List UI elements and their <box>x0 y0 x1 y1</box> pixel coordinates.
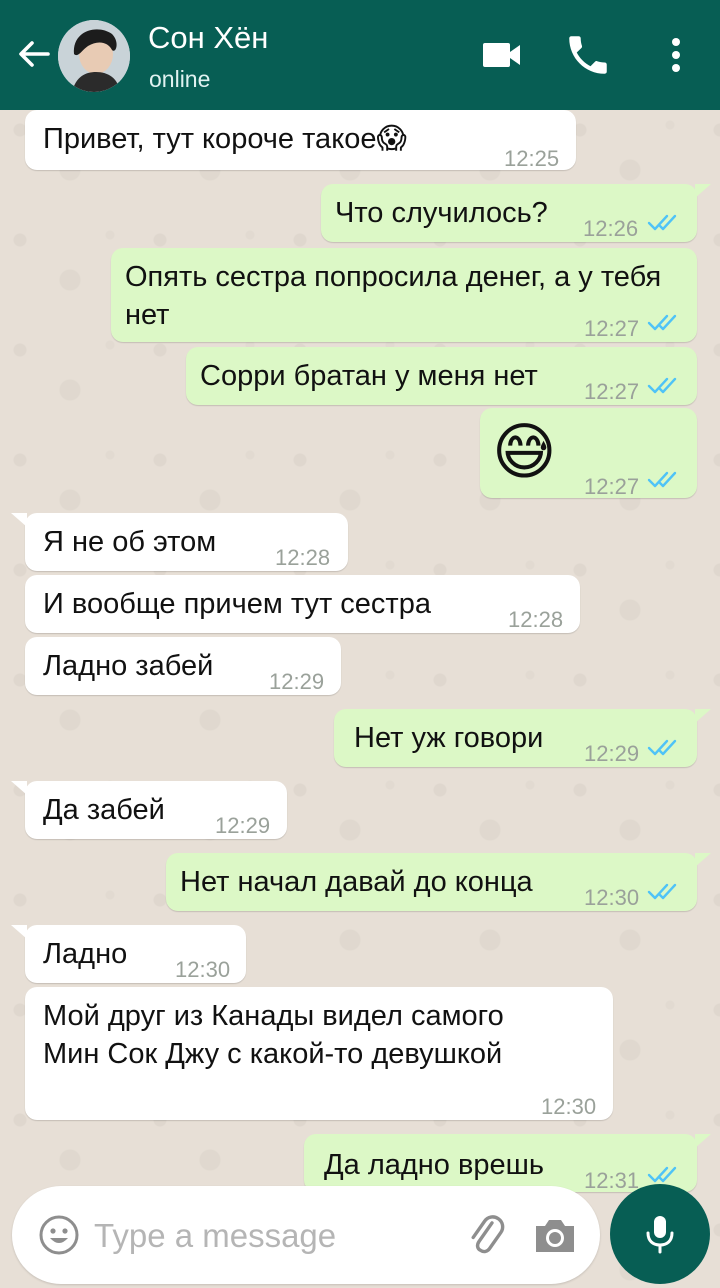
message-bubble[interactable]: Ладно 12:30 <box>25 925 246 983</box>
message-bubble[interactable]: Мой друг из Канады видел самого Мин Сок … <box>25 987 613 1120</box>
paperclip-icon[interactable] <box>464 1212 510 1258</box>
message-bubble[interactable]: Ладно забей 12:29 <box>25 637 341 695</box>
message-bubble[interactable]: Да ладно врешь 12:31 <box>304 1134 697 1193</box>
emoji-icon[interactable] <box>38 1214 80 1256</box>
read-ticks-icon <box>647 214 677 231</box>
back-arrow-icon[interactable] <box>14 34 54 74</box>
emoji-message: 😅 <box>492 418 557 487</box>
message-time: 12:28 <box>508 607 564 632</box>
message-bubble[interactable]: 😅 12:27 <box>480 408 697 499</box>
message-time: 12:26 <box>583 216 639 241</box>
message-bubble[interactable]: Я не об этом 12:28 <box>25 513 348 571</box>
bubble-tail <box>695 184 711 198</box>
message-bubble[interactable]: Опять сестра попросила денег, а у тебя н… <box>111 248 697 342</box>
message-text: Мой друг из Канады видел самого Мин Сок … <box>43 1000 504 1070</box>
message-text: Да ладно врешь <box>324 1149 545 1181</box>
more-vert-icon[interactable] <box>656 30 696 80</box>
bubble-tail <box>695 1134 711 1148</box>
message-time: 12:25 <box>504 146 560 171</box>
message-text: Привет, тут короче такое😱 <box>43 123 407 155</box>
camera-icon[interactable] <box>532 1212 578 1258</box>
message-time: 12:29 <box>584 741 640 766</box>
message-text: Ладно забей <box>43 650 214 682</box>
message-composer <box>12 1186 600 1284</box>
message-time: 12:30 <box>175 957 231 982</box>
message-bubble[interactable]: Что случилось? 12:26 <box>321 184 697 242</box>
message-time: 12:29 <box>269 669 325 694</box>
read-ticks-icon <box>647 739 677 756</box>
message-input[interactable] <box>92 1206 456 1266</box>
message-time: 12:30 <box>541 1094 597 1119</box>
message-bubble[interactable]: Сорри братан у меня нет 12:27 <box>186 347 697 405</box>
video-camera-icon[interactable] <box>478 30 528 80</box>
bubble-tail <box>11 781 27 795</box>
phone-icon[interactable] <box>563 30 613 80</box>
read-ticks-icon <box>647 314 677 331</box>
message-text: Ладно <box>43 938 128 970</box>
message-text: Сорри братан у меня нет <box>200 360 538 392</box>
message-bubble[interactable]: Нет уж говори 12:29 <box>334 709 697 767</box>
contact-status: online <box>149 66 211 92</box>
message-time: 12:28 <box>275 545 331 570</box>
message-text: Нет начал давай до конца <box>180 866 533 898</box>
chat-header: Сон Хён online <box>0 0 720 110</box>
message-bubble[interactable]: Нет начал давай до конца 12:30 <box>166 853 697 911</box>
message-time: 12:27 <box>584 474 640 499</box>
bubble-tail <box>11 513 27 527</box>
message-text: И вообще причем тут сестра <box>43 588 431 620</box>
microphone-icon[interactable] <box>610 1184 710 1284</box>
message-time: 12:30 <box>584 885 640 910</box>
message-bubble[interactable]: Да забей 12:29 <box>25 781 287 839</box>
bubble-tail <box>695 853 711 867</box>
avatar[interactable] <box>58 20 130 92</box>
bubble-tail <box>11 925 27 939</box>
message-text: Я не об этом <box>43 526 217 558</box>
bubble-tail <box>695 709 711 723</box>
message-time: 12:29 <box>215 813 271 838</box>
read-ticks-icon <box>647 883 677 900</box>
message-text: Да забей <box>43 794 165 826</box>
message-time: 12:27 <box>584 316 640 341</box>
contact-name[interactable]: Сон Хён <box>148 20 268 56</box>
read-ticks-icon <box>647 471 677 488</box>
message-bubble[interactable]: И вообще причем тут сестра 12:28 <box>25 575 580 633</box>
message-text: Нет уж говори <box>354 722 544 754</box>
read-ticks-icon <box>647 377 677 394</box>
message-bubble[interactable]: Привет, тут короче такое😱 12:25 <box>25 110 576 171</box>
message-text: Что случилось? <box>335 197 548 229</box>
read-ticks-icon <box>647 1166 677 1183</box>
message-time: 12:27 <box>584 379 640 404</box>
